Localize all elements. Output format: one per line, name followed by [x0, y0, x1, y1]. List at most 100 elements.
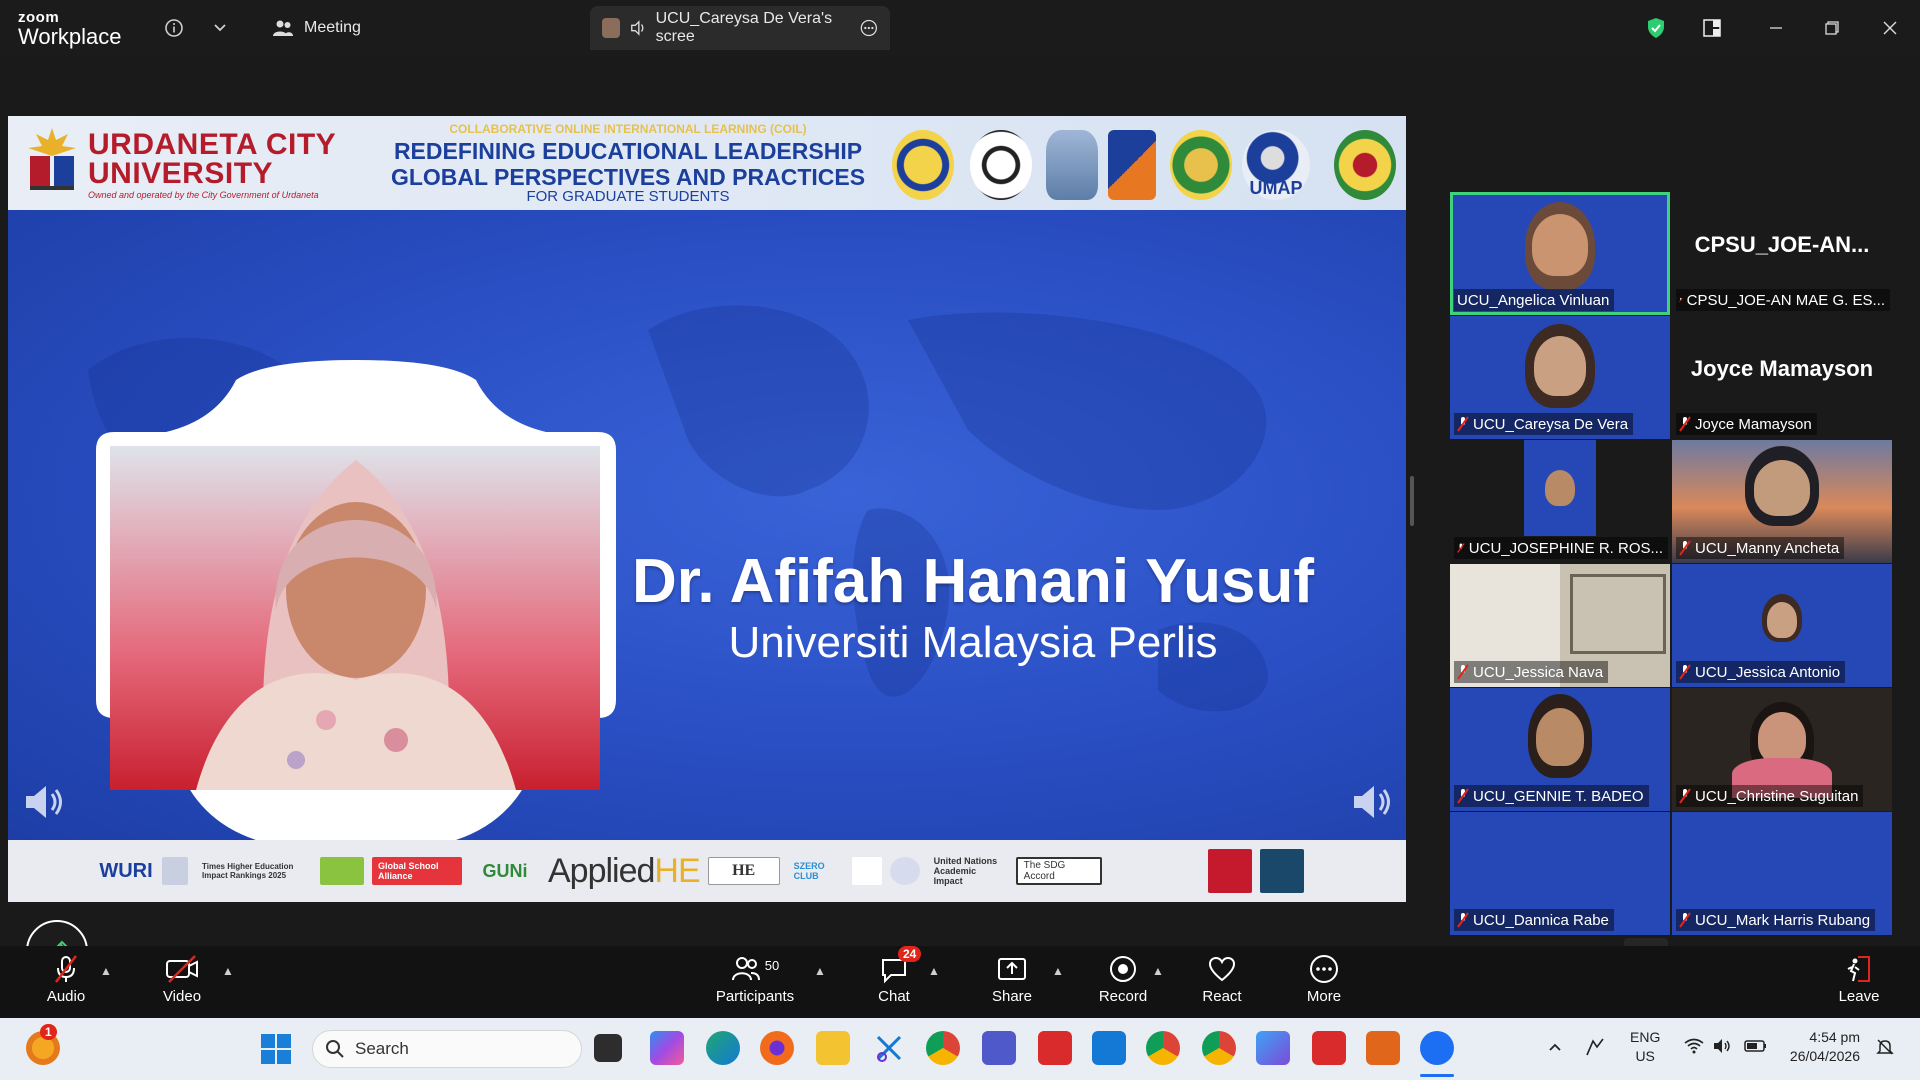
react-button[interactable]: React — [1198, 954, 1246, 1014]
share-label: Share — [991, 988, 1033, 1005]
participants-icon — [731, 957, 760, 981]
participant-name-text: UCU_Jessica Nava — [1473, 663, 1604, 681]
headline-3: FOR GRADUATE STUDENTS — [526, 188, 730, 205]
firefox-icon[interactable] — [760, 1031, 794, 1065]
video-feed-face — [1532, 214, 1588, 276]
participant-tile[interactable]: UCU_Mark Harris Rubang — [1672, 812, 1892, 935]
participant-tile[interactable]: UCU_JOSEPHINE R. ROS... — [1450, 440, 1670, 563]
mic-muted-icon — [1679, 416, 1691, 432]
headline-1: REDEFINING EDUCATIONAL LEADERSHIP — [393, 138, 863, 164]
chat-label: Chat — [878, 988, 910, 1005]
taskbar-search-box[interactable]: Search — [312, 1030, 582, 1068]
file-explorer-icon[interactable] — [816, 1031, 850, 1065]
partner-seal-5 — [1170, 130, 1232, 200]
chrome-profile-icon[interactable] — [1202, 1031, 1236, 1065]
applied-text: Applied — [548, 851, 655, 890]
tab-meeting[interactable]: Meeting — [272, 6, 361, 50]
sdg-accord-logo: The SDG Accord — [1015, 857, 1102, 885]
share-screen-icon — [998, 958, 1026, 980]
video-options-caret[interactable]: ▲ — [222, 964, 234, 978]
view-layout-icon[interactable] — [1698, 14, 1726, 42]
store-icon[interactable] — [1092, 1031, 1126, 1065]
pen-icon[interactable] — [1584, 1036, 1608, 1063]
participant-tile[interactable]: UCU_Dannica Rabe — [1450, 812, 1670, 935]
participant-tile[interactable]: UCU_GENNIE T. BADEO — [1450, 688, 1670, 811]
partner-logo — [320, 857, 364, 885]
share-button[interactable]: Share — [988, 954, 1036, 1014]
mic-muted-icon — [1679, 788, 1691, 804]
participants-button[interactable]: 50 Participants — [712, 954, 798, 1014]
participant-tile[interactable]: UCU_Careysa De Vera — [1450, 316, 1670, 439]
audio-options-caret[interactable]: ▲ — [100, 964, 112, 978]
sdg17-icon — [1259, 849, 1304, 893]
partner-logo — [851, 857, 882, 885]
wifi-icon[interactable] — [1684, 1038, 1704, 1059]
windows-start-icon[interactable] — [260, 1033, 292, 1065]
edge-icon[interactable] — [706, 1031, 740, 1065]
video-feed-face — [1767, 602, 1797, 638]
participant-name-text: UCU_GENNIE T. BADEO — [1473, 787, 1644, 805]
participant-tile[interactable]: UCU_Manny Ancheta — [1672, 440, 1892, 563]
chrome-icon[interactable] — [926, 1031, 960, 1065]
region-label: US — [1635, 1048, 1655, 1064]
battery-icon[interactable] — [1744, 1038, 1768, 1059]
audio-button[interactable]: Audio — [42, 954, 90, 1014]
leave-label: Leave — [1838, 988, 1880, 1005]
brand-bottom: Workplace — [18, 24, 122, 49]
shield-icon[interactable] — [1642, 14, 1670, 42]
wps-office-icon[interactable] — [1038, 1031, 1072, 1065]
video-button[interactable]: Video — [158, 954, 206, 1014]
leave-button[interactable]: Leave — [1834, 954, 1884, 1014]
heart-icon — [1208, 956, 1236, 982]
close-icon[interactable] — [1876, 14, 1904, 42]
restore-icon[interactable] — [1818, 14, 1846, 42]
chrome-profile-icon[interactable] — [1146, 1031, 1180, 1065]
participant-tile[interactable]: UCU_Angelica Vinluan — [1450, 192, 1670, 315]
participant-tile[interactable]: UCU_Christine Suguitan — [1672, 688, 1892, 811]
partner-seal-3 — [1046, 130, 1098, 200]
minimize-icon[interactable] — [1762, 14, 1790, 42]
impact-rankings-logo: Times Higher Education Impact Rankings 2… — [202, 862, 294, 880]
copilot-icon[interactable] — [650, 1031, 684, 1065]
participants-options-caret[interactable]: ▲ — [814, 964, 826, 978]
snipping-tool-icon[interactable] — [872, 1031, 906, 1065]
partner-logo — [1110, 857, 1200, 885]
clock[interactable]: 4:54 pm 26/04/2026 — [1784, 1028, 1860, 1066]
powerpoint-icon[interactable] — [1366, 1031, 1400, 1065]
video-off-icon — [166, 955, 198, 983]
chat-button[interactable]: Chat — [870, 954, 918, 1014]
info-icon[interactable] — [160, 14, 188, 42]
share-options-caret[interactable]: ▲ — [1052, 964, 1064, 978]
shared-screen: URDANETA CITY UNIVERSITY Owned and opera… — [8, 116, 1406, 902]
mic-muted-icon — [1679, 540, 1691, 556]
notification-bell-icon[interactable] — [1876, 1038, 1894, 1061]
splitter-handle[interactable] — [1410, 476, 1414, 526]
wuri-logo: WURI — [99, 859, 153, 882]
acrobat-icon[interactable] — [1312, 1031, 1346, 1065]
participant-tile[interactable]: Joyce Mamayson Joyce Mamayson — [1672, 316, 1892, 439]
more-label: More — [1306, 988, 1342, 1005]
speaker-icon — [1354, 786, 1390, 818]
input-language[interactable]: ENG US — [1630, 1028, 1660, 1066]
chat-options-caret[interactable]: ▲ — [928, 964, 940, 978]
tab-screen-share[interactable]: UCU_Careysa De Vera's scree — [590, 6, 890, 50]
photos-icon[interactable] — [1256, 1031, 1290, 1065]
participant-tile[interactable]: UCU_Jessica Antonio — [1672, 564, 1892, 687]
zoom-icon[interactable] — [1420, 1031, 1454, 1065]
video-feed-face — [1758, 712, 1806, 764]
more-options-icon[interactable] — [860, 18, 878, 38]
record-options-caret[interactable]: ▲ — [1152, 964, 1164, 978]
participant-tile[interactable]: UCU_Jessica Nava — [1450, 564, 1670, 687]
participant-tile[interactable]: CPSU_JOE-AN... CPSU_JOE-AN MAE G. ES... — [1672, 192, 1892, 315]
volume-icon[interactable] — [1712, 1038, 1732, 1059]
more-button[interactable]: More — [1300, 954, 1348, 1014]
tab-screen-share-label: UCU_Careysa De Vera's scree — [655, 10, 833, 45]
mic-muted-icon — [1457, 788, 1469, 804]
show-hidden-icons-chevron[interactable] — [1548, 1038, 1562, 1057]
teams-icon[interactable] — [982, 1031, 1016, 1065]
partner-seal-6 — [1334, 130, 1396, 200]
task-view-icon[interactable] — [594, 1034, 622, 1062]
record-label: Record — [1098, 988, 1148, 1005]
record-button[interactable]: Record — [1096, 954, 1150, 1014]
chevron-down-icon[interactable] — [206, 14, 234, 42]
